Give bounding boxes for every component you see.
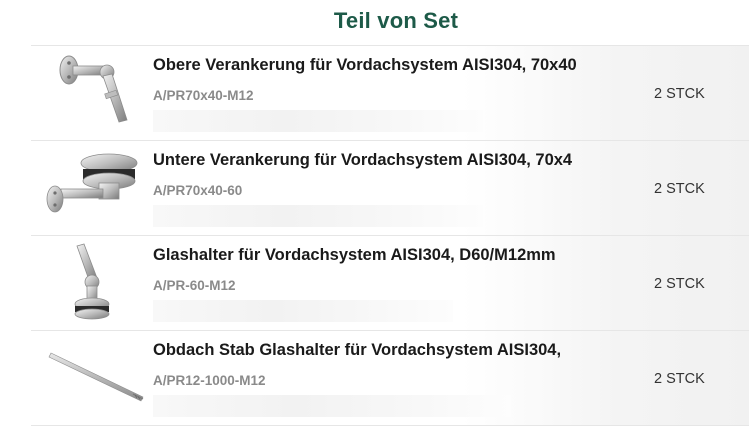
set-parts-panel: Teil von Set Obere Verankerung für Vorda… <box>0 0 749 430</box>
item-quantity: 2 STCK <box>654 86 705 102</box>
item-sku: A/PR12-1000-M12 <box>153 373 266 388</box>
list-item[interactable]: Obere Verankerung für Vordachsystem AISI… <box>31 45 749 140</box>
row-divider-shade <box>153 205 483 227</box>
item-name[interactable]: Glashalter für Vordachsystem AISI304, D6… <box>153 246 623 265</box>
item-name[interactable]: Untere Verankerung für Vordachsystem AIS… <box>153 151 623 170</box>
item-sku: A/PR70x40-M12 <box>153 88 254 103</box>
item-quantity: 2 STCK <box>654 181 705 197</box>
item-name[interactable]: Obdach Stab Glashalter für Vordachsystem… <box>153 341 623 360</box>
item-quantity: 2 STCK <box>654 371 705 387</box>
list-item[interactable]: Obdach Stab Glashalter für Vordachsystem… <box>31 330 749 426</box>
row-divider-shade <box>153 395 511 417</box>
list-item[interactable]: Untere Verankerung für Vordachsystem AIS… <box>31 140 749 235</box>
section-title: Teil von Set <box>333 8 459 33</box>
item-name[interactable]: Obere Verankerung für Vordachsystem AISI… <box>153 56 623 75</box>
glass-holder-icon[interactable] <box>39 242 149 324</box>
rod-icon[interactable] <box>39 337 149 419</box>
parts-list: Obere Verankerung für Vordachsystem AISI… <box>31 45 749 426</box>
item-sku: A/PR70x40-60 <box>153 183 243 198</box>
item-sku: A/PR-60-M12 <box>153 278 236 293</box>
row-divider-shade <box>153 110 483 132</box>
lower-anchor-icon[interactable] <box>39 147 149 229</box>
list-item[interactable]: Glashalter für Vordachsystem AISI304, D6… <box>31 235 749 330</box>
item-quantity: 2 STCK <box>654 276 705 292</box>
row-divider-shade <box>153 300 453 322</box>
upper-anchor-icon[interactable] <box>39 52 149 134</box>
